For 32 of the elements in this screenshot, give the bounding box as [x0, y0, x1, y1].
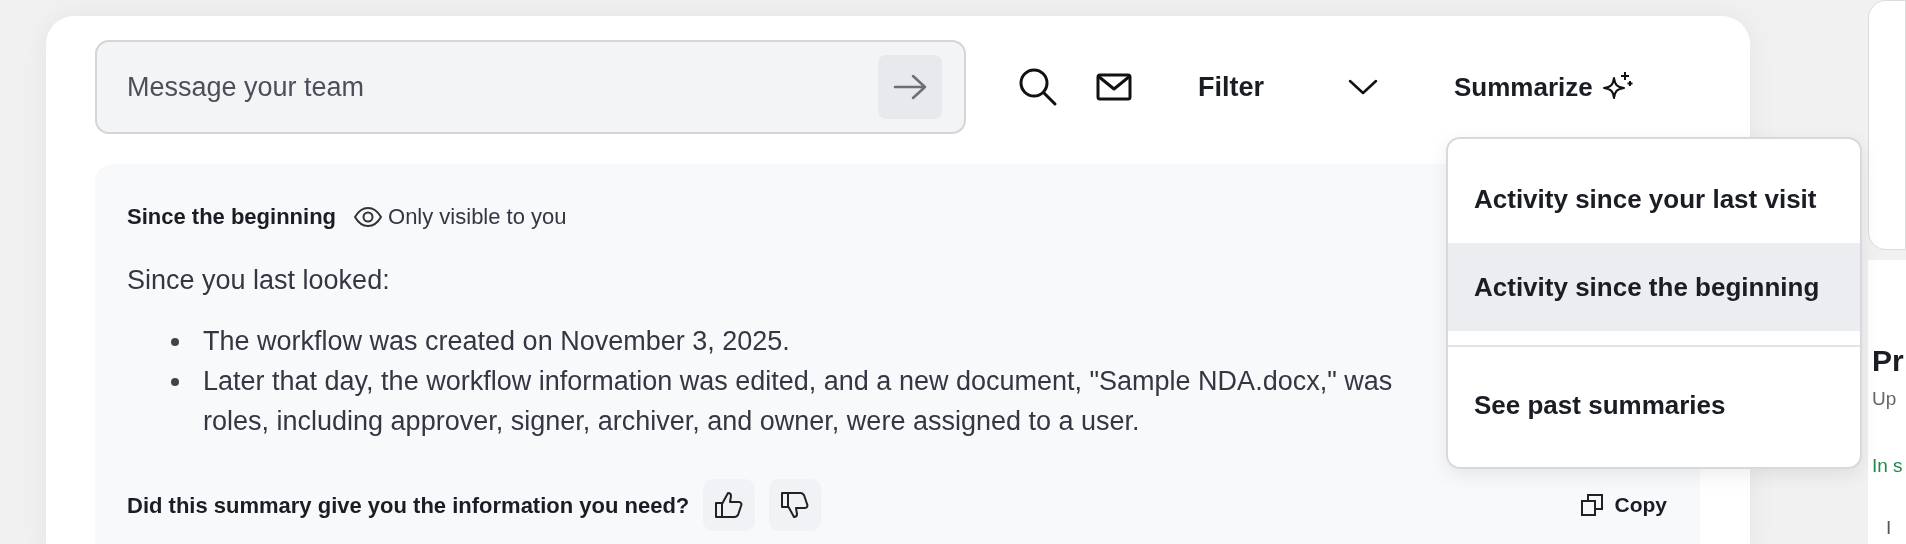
panel-row-text: I [1886, 516, 1892, 540]
message-input[interactable]: Message your team [95, 40, 966, 134]
summary-text-line: roles, including approver, signer, archiver, and owner, were assigned to a user. [203, 405, 1140, 438]
menu-item[interactable]: See past summaries [1448, 361, 1860, 449]
summary-intro: Since you last looked: [127, 264, 390, 297]
thumbs-up-button[interactable] [703, 479, 756, 531]
eye-icon [354, 206, 382, 227]
menu-item[interactable]: Activity since your last visit [1448, 155, 1860, 243]
feedback-question: Did this summary give you the information you need? [127, 491, 690, 520]
thumbs-down-icon [780, 490, 811, 520]
summary-text-line: The workflow was created on November 3, 2025. [203, 325, 790, 358]
panel-heading: Pr [1872, 343, 1904, 379]
menu-item[interactable]: Activity since the beginning [1448, 243, 1860, 331]
search-icon [1018, 67, 1058, 107]
thumbs-up-icon [714, 490, 745, 520]
visibility-note: Only visible to you [388, 203, 567, 231]
status-text: In s [1872, 453, 1903, 478]
chevron-down-icon [1348, 78, 1378, 96]
summary-text-line: Later that day, the workflow information was edited, and a new document, "Sample NDA.docx," was [203, 365, 1393, 398]
send-button[interactable] [878, 55, 942, 119]
summarize-button[interactable]: Summarize [1454, 67, 1635, 107]
mail-button[interactable] [1094, 71, 1134, 103]
panel-subtitle: Up [1872, 387, 1897, 411]
filter-dropdown[interactable]: Filter [1198, 66, 1378, 108]
thumbs-down-button[interactable] [769, 479, 822, 531]
bullet-icon [171, 378, 179, 386]
summary-title: Since the beginning [127, 203, 336, 231]
copy-icon [1580, 494, 1603, 516]
copy-button[interactable]: Copy [1580, 489, 1667, 521]
bullet-icon [171, 338, 179, 346]
envelope-icon [1096, 73, 1132, 101]
arrow-right-icon [893, 74, 927, 100]
